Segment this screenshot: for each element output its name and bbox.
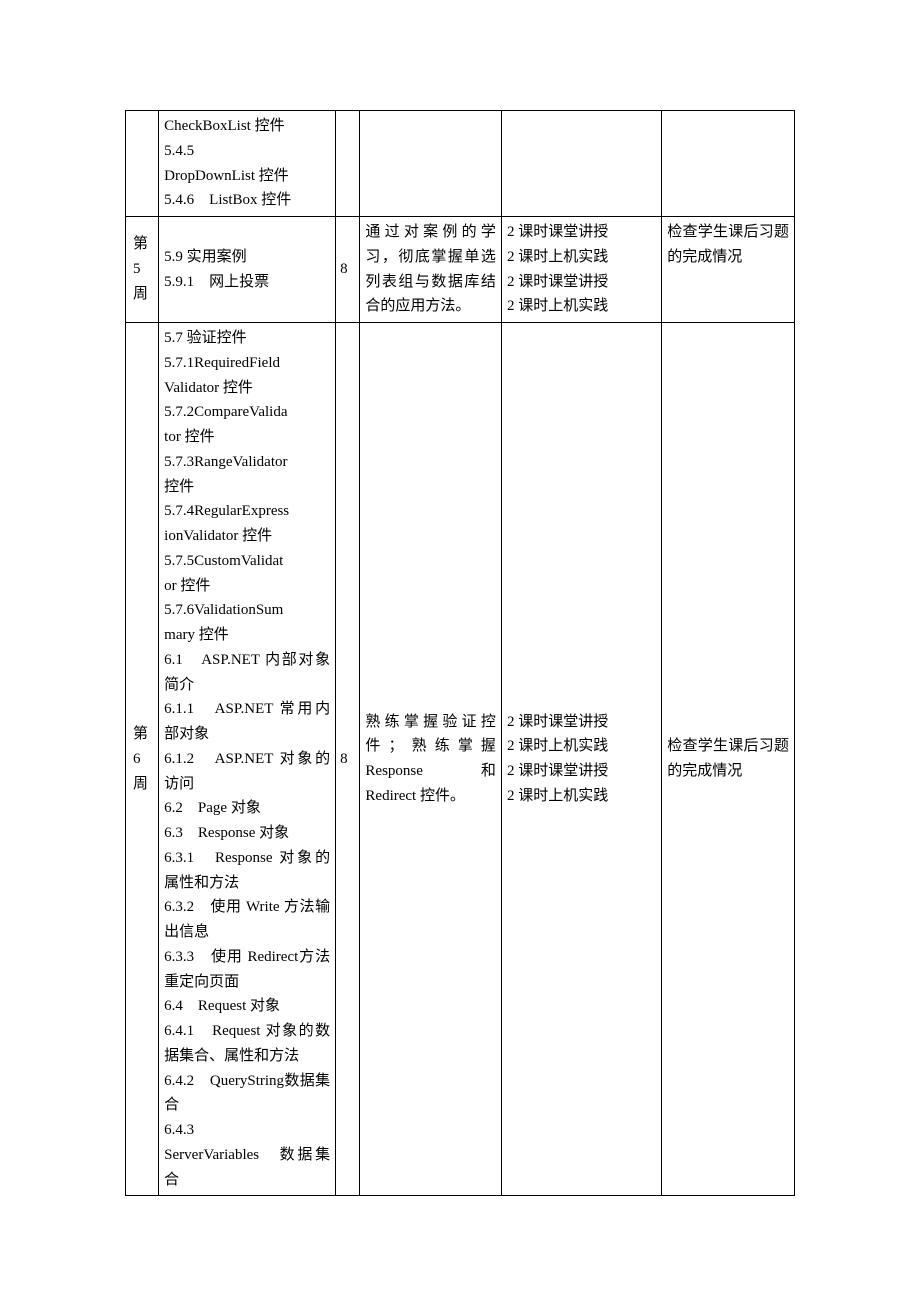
- content-line: 5.4.6 ListBox 控件: [164, 188, 330, 213]
- content-cell: 5.9 实用案例 5.9.1 网上投票: [159, 217, 336, 323]
- week-cell: [126, 111, 159, 217]
- content-line: 5.7 验证控件: [164, 326, 330, 351]
- content-line: 5.7.4RegularExpress: [164, 499, 330, 524]
- content-line: 6.4.2 QueryString数据集合: [164, 1069, 330, 1119]
- content-line: 控件: [164, 475, 330, 500]
- method-cell: 2 课时课堂讲授 2 课时上机实践 2 课时课堂讲授 2 课时上机实践: [501, 323, 661, 1196]
- objective-cell: 熟练掌握验证控件；熟练掌握 Response 和 Redirect 控件。: [360, 323, 502, 1196]
- method-line: 2 课时课堂讲授: [507, 759, 656, 784]
- content-line: tor 控件: [164, 425, 330, 450]
- check-cell: [662, 111, 795, 217]
- content-line: 5.4.5: [164, 139, 330, 164]
- objective-cell: 通过对案例的学习，彻底掌握单选列表组与数据库结合的应用方法。: [360, 217, 502, 323]
- content-line: 6.1.2 ASP.NET 对象的访问: [164, 747, 330, 797]
- content-line: 6.1.1 ASP.NET 常用内部对象: [164, 697, 330, 747]
- content-line: ServerVariables 数据集合: [164, 1143, 330, 1193]
- method-line: 2 课时课堂讲授: [507, 270, 656, 295]
- content-line: 6.4 Request 对象: [164, 994, 330, 1019]
- hours-cell: [336, 111, 360, 217]
- week-cell: 第 6 周: [126, 323, 159, 1196]
- content-line: 5.9 实用案例: [164, 245, 330, 270]
- document-page: CheckBoxList 控件 5.4.5 DropDownList 控件 5.…: [0, 0, 920, 1302]
- content-line: CheckBoxList 控件: [164, 114, 330, 139]
- content-line: ionValidator 控件: [164, 524, 330, 549]
- content-line: 5.7.2CompareValida: [164, 400, 330, 425]
- content-line: 5.7.6ValidationSum: [164, 598, 330, 623]
- method-line: 2 课时上机实践: [507, 734, 656, 759]
- method-line: 2 课时课堂讲授: [507, 220, 656, 245]
- week-cell: 第 5 周: [126, 217, 159, 323]
- content-cell: 5.7 验证控件 5.7.1RequiredField Validator 控件…: [159, 323, 336, 1196]
- content-line: 6.1 ASP.NET 内部对象简介: [164, 648, 330, 698]
- method-line: 2 课时课堂讲授: [507, 710, 656, 735]
- content-line: mary 控件: [164, 623, 330, 648]
- table-row: CheckBoxList 控件 5.4.5 DropDownList 控件 5.…: [126, 111, 795, 217]
- table-row: 第 6 周 5.7 验证控件 5.7.1RequiredField Valida…: [126, 323, 795, 1196]
- content-line: 6.3.3 使用 Redirect方法重定向页面: [164, 945, 330, 995]
- content-line: 5.7.5CustomValidat: [164, 549, 330, 574]
- method-line: 2 课时上机实践: [507, 294, 656, 319]
- method-line: 2 课时上机实践: [507, 245, 656, 270]
- syllabus-table: CheckBoxList 控件 5.4.5 DropDownList 控件 5.…: [125, 110, 795, 1196]
- check-cell: 检查学生课后习题的完成情况: [662, 217, 795, 323]
- content-line: 6.3 Response 对象: [164, 821, 330, 846]
- content-line: DropDownList 控件: [164, 164, 330, 189]
- content-line: 6.2 Page 对象: [164, 796, 330, 821]
- table-row: 第 5 周 5.9 实用案例 5.9.1 网上投票 8 通过对案例的学习，彻底掌…: [126, 217, 795, 323]
- hours-cell: 8: [336, 323, 360, 1196]
- check-cell: 检查学生课后习题的完成情况: [662, 323, 795, 1196]
- content-line: or 控件: [164, 574, 330, 599]
- method-cell: [501, 111, 661, 217]
- content-line: 5.9.1 网上投票: [164, 270, 330, 295]
- objective-cell: [360, 111, 502, 217]
- hours-cell: 8: [336, 217, 360, 323]
- content-line: 6.4.3: [164, 1118, 330, 1143]
- method-cell: 2 课时课堂讲授 2 课时上机实践 2 课时课堂讲授 2 课时上机实践: [501, 217, 661, 323]
- content-cell: CheckBoxList 控件 5.4.5 DropDownList 控件 5.…: [159, 111, 336, 217]
- content-line: 6.4.1 Request 对象的数据集合、属性和方法: [164, 1019, 330, 1069]
- content-line: Validator 控件: [164, 376, 330, 401]
- content-line: 6.3.2 使用 Write 方法输出信息: [164, 895, 330, 945]
- content-line: 5.7.3RangeValidator: [164, 450, 330, 475]
- method-line: 2 课时上机实践: [507, 784, 656, 809]
- content-line: 6.3.1 Response 对象的属性和方法: [164, 846, 330, 896]
- content-line: 5.7.1RequiredField: [164, 351, 330, 376]
